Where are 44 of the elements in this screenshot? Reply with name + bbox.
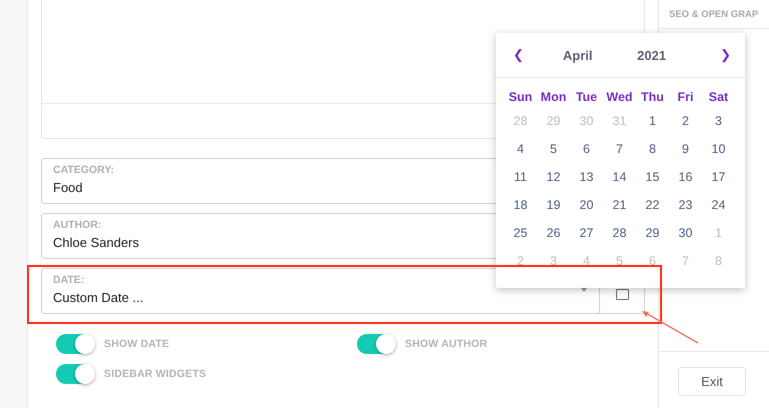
calendar-day[interactable]: 17 bbox=[702, 164, 735, 192]
calendar-day[interactable]: 16 bbox=[669, 164, 702, 192]
field-label: DATE: bbox=[53, 274, 84, 286]
field-value: Custom Date ... bbox=[53, 290, 144, 305]
toggle-label: SHOW DATE bbox=[104, 338, 170, 350]
calendar-day[interactable]: 27 bbox=[570, 220, 603, 248]
annotation-arrow bbox=[642, 311, 698, 344]
calendar-day[interactable]: 11 bbox=[504, 164, 537, 192]
toggle-switch[interactable] bbox=[56, 364, 94, 384]
field-label: CATEGORY: bbox=[53, 164, 114, 176]
year-label[interactable]: 2021 bbox=[637, 48, 666, 62]
exit-button[interactable]: Exit bbox=[678, 367, 746, 396]
calendar-day[interactable]: 26 bbox=[537, 220, 570, 248]
calendar-day[interactable]: 28 bbox=[603, 220, 636, 248]
calendar-day[interactable]: 25 bbox=[504, 220, 537, 248]
field-value: Food bbox=[53, 180, 83, 195]
weekday-label: Sat bbox=[708, 89, 730, 106]
weekday-label: Mon bbox=[540, 89, 568, 106]
toggle-label: SHOW AUTHOR bbox=[405, 338, 488, 350]
calendar-day[interactable]: 2 bbox=[669, 108, 702, 136]
field-label: AUTHOR: bbox=[53, 219, 102, 231]
toggle-switch[interactable] bbox=[56, 334, 94, 354]
calendar-day[interactable]: 23 bbox=[669, 192, 702, 220]
calendar-day[interactable]: 1 bbox=[636, 108, 669, 136]
weekday-label: Fri bbox=[676, 89, 694, 106]
calendar-day[interactable]: 10 bbox=[702, 136, 735, 164]
weekday-label: Wed bbox=[605, 89, 634, 106]
calendar-day[interactable]: 24 bbox=[702, 192, 735, 220]
toggle-switch[interactable] bbox=[357, 334, 395, 354]
month-label[interactable]: April bbox=[562, 48, 593, 62]
next-month-button[interactable]: ❯ bbox=[720, 48, 731, 62]
calendar-day[interactable]: 9 bbox=[669, 136, 702, 164]
calendar-day[interactable]: 30 bbox=[669, 220, 702, 248]
field-value: Chloe Sanders bbox=[53, 235, 139, 250]
toggle-label: SIDEBAR WIDGETS bbox=[104, 368, 206, 380]
weekday-label: Sun bbox=[508, 89, 534, 106]
weekday-label: Thu bbox=[640, 89, 665, 106]
calendar-day[interactable]: 14 bbox=[603, 164, 636, 192]
calendar-day[interactable]: 13 bbox=[570, 164, 603, 192]
calendar-day[interactable]: 3 bbox=[702, 108, 735, 136]
weekday-label: Tue bbox=[574, 89, 598, 106]
calendar-day[interactable]: 12 bbox=[537, 164, 570, 192]
panel-heading: SEO & OPEN GRAP bbox=[659, 0, 769, 29]
previous-month-button[interactable]: ❮ bbox=[513, 48, 524, 62]
